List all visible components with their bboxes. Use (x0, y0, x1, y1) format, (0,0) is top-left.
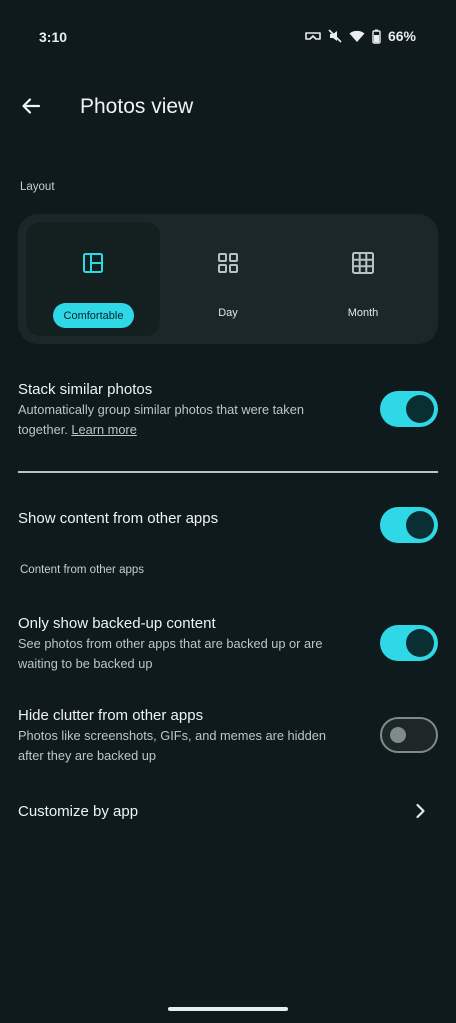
hide-clutter-title: Hide clutter from other apps (18, 707, 204, 724)
stack-similar-title: Stack similar photos (18, 381, 153, 398)
other-apps-section-label: Content from other apps (20, 564, 145, 576)
photos-view-screen: 3:10 66% Photos view Layout Comfortable … (0, 0, 456, 1023)
layout-option-label: Month (347, 307, 379, 319)
layout-option-label: Day (218, 307, 238, 319)
layout-option-label: Comfortable (53, 303, 134, 328)
layout-selector-card: Comfortable Day Month (18, 214, 438, 344)
stack-similar-description: Automatically group similar photos that … (18, 400, 348, 440)
home-indicator[interactable] (168, 1007, 288, 1011)
toggle-knob (406, 629, 434, 657)
only-backed-up-toggle[interactable] (380, 625, 438, 661)
only-backed-up-description: See photos from other apps that are back… (18, 636, 323, 671)
back-button[interactable] (16, 93, 46, 123)
stack-similar-toggle[interactable] (380, 391, 438, 427)
mute-icon (328, 29, 342, 43)
status-time: 3:10 (39, 29, 68, 45)
toggle-knob (390, 727, 406, 743)
show-other-apps-title: Show content from other apps (18, 510, 219, 527)
layout-option-day[interactable]: Day (161, 222, 295, 336)
hide-clutter-description: Photos like screenshots, GIFs, and memes… (18, 728, 326, 763)
battery-icon (372, 29, 381, 44)
hide-clutter-toggle[interactable] (380, 717, 438, 753)
toggle-knob (406, 511, 434, 539)
day-grid-icon (217, 252, 239, 274)
page-title: Photos view (80, 95, 194, 118)
comfortable-layout-icon (82, 252, 104, 274)
wifi-icon (349, 30, 365, 43)
show-other-apps-toggle[interactable] (380, 507, 438, 543)
divider (18, 471, 438, 473)
layout-option-month[interactable]: Month (296, 222, 430, 336)
stack-similar-description-text: Automatically group similar photos that … (18, 402, 304, 437)
status-bar: 3:10 66% (0, 0, 456, 74)
toggle-knob (406, 395, 434, 423)
layout-section-label: Layout (20, 181, 55, 193)
arrow-back-icon (21, 96, 41, 121)
month-grid-icon (352, 252, 374, 274)
battery-percentage: 66% (387, 28, 416, 44)
status-icons: 66% (305, 28, 416, 44)
layout-option-comfortable[interactable]: Comfortable (26, 222, 160, 336)
learn-more-link[interactable]: Learn more (71, 422, 136, 437)
only-backed-up-title: Only show backed-up content (18, 615, 216, 632)
vr-headset-icon (305, 30, 321, 42)
chevron-right-icon (410, 801, 430, 821)
customize-by-app-title: Customize by app (18, 803, 139, 820)
